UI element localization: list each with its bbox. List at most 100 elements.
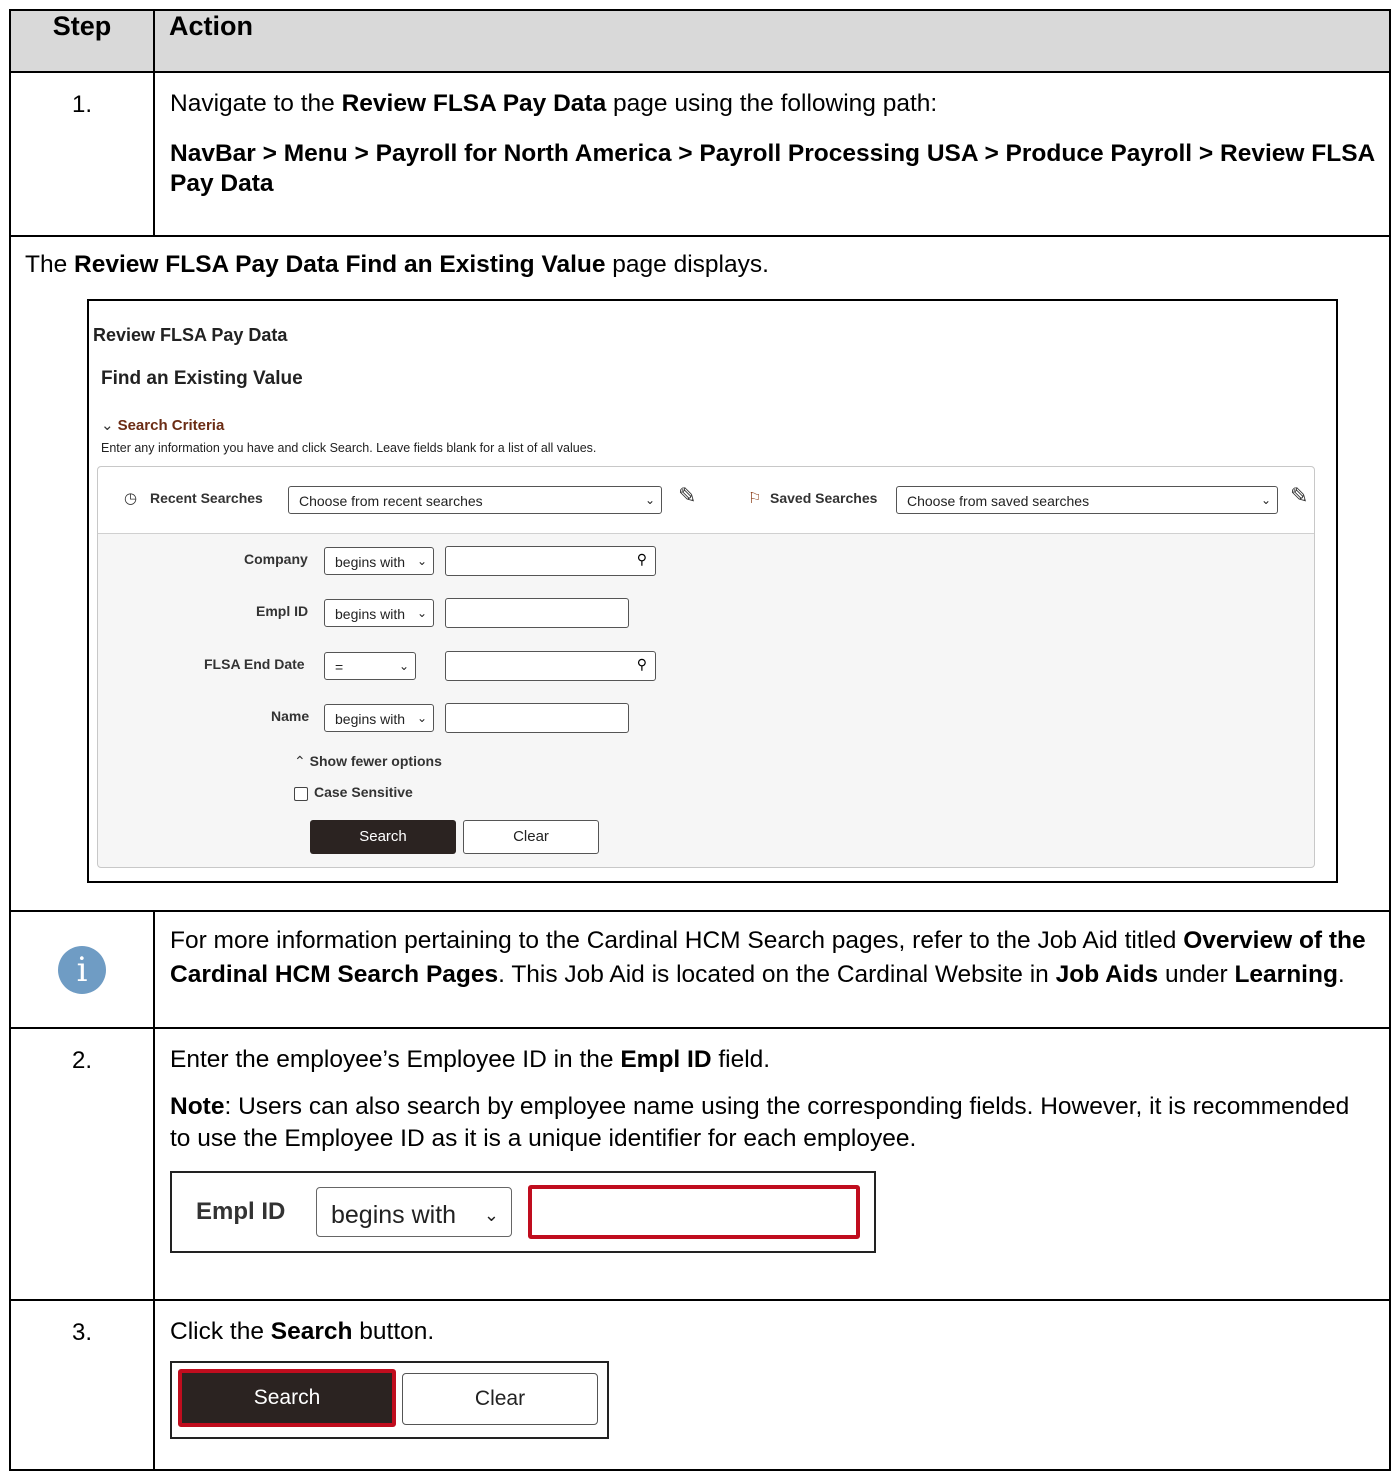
- text: . This Job Aid is located on the Cardina…: [498, 961, 1056, 988]
- empl-id-operator-select[interactable]: begins with ⌄: [324, 599, 434, 627]
- chevron-down-icon: ⌄: [483, 1205, 499, 1225]
- chevron-up-icon: ⌃: [294, 753, 310, 769]
- recent-searches-label: Recent Searches: [150, 490, 263, 506]
- info-icon-cell: i: [9, 910, 155, 1029]
- search-page-screenshot: Review FLSA Pay Data Find an Existing Va…: [87, 299, 1338, 883]
- note-label: Note: [170, 1093, 225, 1120]
- chevron-down-icon: ⌄: [644, 493, 655, 507]
- screenshot-cell: The Review FLSA Pay Data Find an Existin…: [9, 235, 1391, 912]
- empl-id-label: Empl ID: [196, 1198, 286, 1225]
- saved-searches-label: Saved Searches: [770, 490, 878, 506]
- select-value: Choose from saved searches: [907, 493, 1090, 509]
- bookmark-icon: ⚐: [748, 490, 762, 507]
- table-row: i For more information pertaining to the…: [9, 910, 1391, 1029]
- table-row: The Review FLSA Pay Data Find an Existin…: [9, 235, 1391, 912]
- help-text: Enter any information you have and click…: [101, 441, 597, 455]
- text: page using the following path:: [606, 90, 938, 117]
- select-value: Choose from recent searches: [299, 493, 483, 509]
- flsa-end-date-label: FLSA End Date: [204, 656, 305, 672]
- saved-searches-select[interactable]: Choose from saved searches ⌄: [896, 486, 1278, 514]
- clear-button[interactable]: Clear: [463, 820, 599, 854]
- search-button-highlighted[interactable]: Search: [178, 1369, 396, 1427]
- text: field.: [711, 1046, 771, 1073]
- table-row: 3. Click the Search button. Search Clear: [9, 1299, 1391, 1471]
- magnifier-icon[interactable]: ⚲: [637, 551, 647, 568]
- chevron-down-icon: ⌄: [1260, 493, 1271, 507]
- search-criteria-label: Search Criteria: [117, 417, 225, 434]
- empl-id-label: Empl ID: [256, 603, 309, 619]
- text: Navigate to the: [170, 90, 342, 117]
- step-action: Enter the employee’s Employee ID in the …: [153, 1027, 1391, 1301]
- job-aid-document: Step Action 1. Navigate to the Review FL…: [9, 9, 1391, 1471]
- text: under: [1158, 961, 1235, 988]
- clear-button[interactable]: Clear: [402, 1373, 598, 1425]
- flsa-end-date-input[interactable]: ⚲: [445, 651, 656, 681]
- steps-table: Step Action 1. Navigate to the Review FL…: [9, 9, 1391, 1471]
- chevron-down-icon: ⌄: [416, 711, 427, 725]
- search-buttons-zoom: Search Clear: [170, 1361, 609, 1439]
- step-number: 2.: [9, 1027, 155, 1301]
- chevron-down-icon: ⌄: [101, 417, 114, 434]
- button-name: Search: [270, 1318, 353, 1345]
- field-name: Empl ID: [620, 1046, 712, 1073]
- info-note: For more information pertaining to the C…: [153, 910, 1391, 1029]
- name-label: Name: [271, 708, 310, 724]
- company-operator-select[interactable]: begins with ⌄: [324, 547, 434, 575]
- info-circle-icon: i: [58, 945, 106, 994]
- chevron-down-icon: ⌄: [416, 554, 427, 568]
- select-value: begins with: [335, 554, 406, 570]
- search-button[interactable]: Search: [310, 820, 456, 854]
- select-value: begins with: [335, 711, 406, 727]
- search-criteria-toggle[interactable]: ⌄ Search Criteria: [101, 416, 224, 434]
- text: Click the: [170, 1318, 271, 1345]
- search-criteria-panel: ◷ Recent Searches Choose from recent sea…: [97, 466, 1315, 868]
- select-value: =: [335, 659, 344, 675]
- name-operator-select[interactable]: begins with ⌄: [324, 704, 434, 732]
- table-row: 2. Enter the employee’s Employee ID in t…: [9, 1027, 1391, 1301]
- magnifier-icon[interactable]: ⚲: [637, 656, 647, 673]
- empl-id-input-highlighted[interactable]: [528, 1185, 860, 1239]
- chevron-down-icon: ⌄: [398, 659, 409, 673]
- step-action: Navigate to the Review FLSA Pay Data pag…: [153, 71, 1391, 237]
- pencil-icon[interactable]: ✎: [1290, 483, 1308, 509]
- chevron-down-icon: ⌄: [416, 606, 427, 620]
- page-title: Review FLSA Pay Data: [93, 325, 288, 345]
- text: button.: [352, 1318, 435, 1345]
- text: page displays.: [605, 251, 769, 278]
- step1-instruction: Navigate to the Review FLSA Pay Data pag…: [170, 89, 1375, 119]
- pencil-icon[interactable]: ✎: [678, 483, 696, 509]
- text: For more information pertaining to the C…: [170, 927, 1184, 954]
- text: .: [1337, 961, 1345, 988]
- action-column-header: Action: [153, 9, 1391, 73]
- company-input[interactable]: ⚲: [445, 546, 656, 576]
- navigation-path: NavBar > Menu > Payroll for North Americ…: [170, 140, 1375, 197]
- empl-id-operator-select[interactable]: begins with ⌄: [316, 1187, 512, 1237]
- company-label: Company: [244, 551, 308, 567]
- table-row: 1. Navigate to the Review FLSA Pay Data …: [9, 71, 1391, 237]
- display-note: The Review FLSA Pay Data Find an Existin…: [25, 251, 1375, 279]
- show-fewer-options-link[interactable]: ⌃ Show fewer options: [294, 753, 442, 770]
- show-fewer-label: Show fewer options: [309, 753, 442, 769]
- empl-id-input[interactable]: [445, 598, 629, 628]
- text: Enter the employee’s Employee ID in the: [170, 1046, 621, 1073]
- page-name: Review FLSA Pay Data: [341, 90, 607, 117]
- page-name: Review FLSA Pay Data Find an Existing Va…: [74, 251, 606, 278]
- step-action: Click the Search button. Search Clear: [153, 1299, 1391, 1471]
- name-input[interactable]: [445, 703, 629, 733]
- select-value: begins with: [335, 606, 406, 622]
- empl-id-field-zoom: Empl ID begins with ⌄: [170, 1171, 876, 1253]
- note-text: : Users can also search by employee name…: [170, 1093, 1350, 1152]
- recent-searches-select[interactable]: Choose from recent searches ⌄: [288, 486, 662, 514]
- saved-searches-bar: ◷ Recent Searches Choose from recent sea…: [98, 467, 1314, 534]
- history-icon: ◷: [124, 490, 138, 507]
- text: The: [25, 251, 75, 278]
- case-sensitive-label: Case Sensitive: [314, 784, 413, 800]
- page-subtitle: Find an Existing Value: [101, 368, 303, 389]
- flsa-end-date-operator-select[interactable]: = ⌄: [324, 652, 416, 680]
- step-number: 3.: [9, 1299, 155, 1471]
- case-sensitive-checkbox[interactable]: [294, 787, 308, 801]
- step-column-header: Step: [9, 9, 155, 73]
- text-bold: Learning: [1234, 961, 1338, 988]
- table-header-row: Step Action: [9, 9, 1391, 73]
- select-value: begins with: [331, 1201, 457, 1229]
